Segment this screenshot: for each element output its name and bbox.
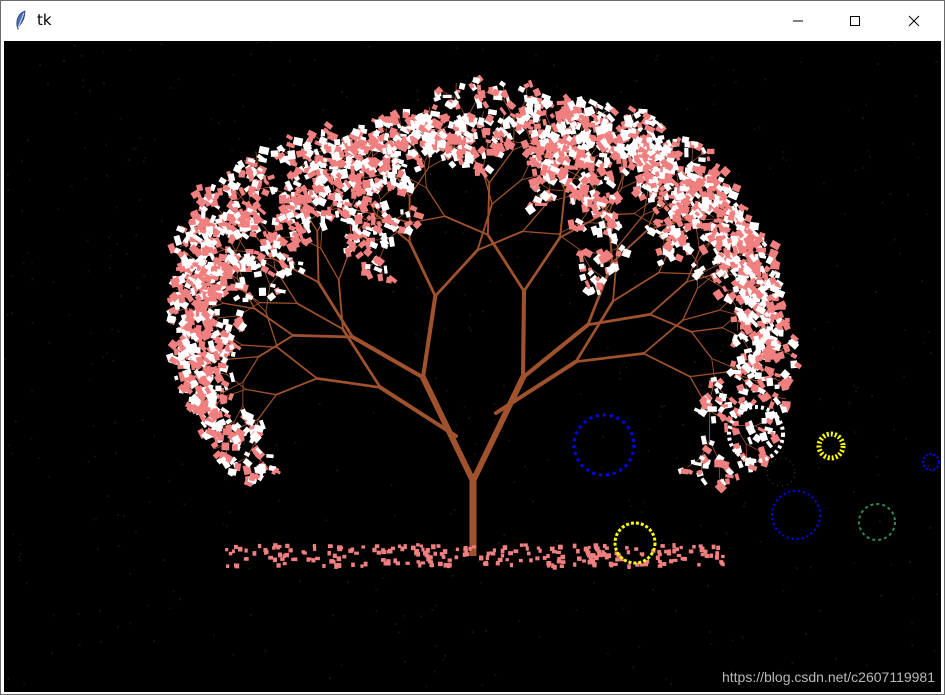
minimize-icon — [793, 20, 803, 21]
blue-edge-bubble — [922, 453, 940, 471]
tree-blossoms — [165, 74, 803, 494]
close-icon — [908, 15, 920, 26]
yellow-bubble — [613, 521, 657, 565]
maximize-icon — [850, 15, 860, 26]
blue-low-bubble — [771, 490, 821, 540]
title-bar[interactable]: tk — [1, 1, 944, 40]
close-button[interactable] — [891, 1, 937, 40]
yellow-small-bubble — [816, 431, 846, 461]
tree-scene — [4, 41, 941, 689]
maximize-button[interactable] — [832, 1, 878, 40]
fallen-petals — [225, 543, 725, 570]
blue-bubble — [572, 413, 636, 477]
feather-icon — [16, 10, 26, 30]
watermark-text: https://blog.csdn.net/c2607119981 — [721, 669, 935, 685]
tree-branches — [173, 78, 797, 484]
window-title: tk — [37, 11, 52, 29]
faint-bubble — [766, 457, 796, 487]
green-bubble — [858, 503, 896, 541]
tk-window: tk https://blog.csdn.net/c2607119981 — [0, 0, 945, 695]
drawing-canvas[interactable]: https://blog.csdn.net/c2607119981 — [4, 41, 941, 692]
minimize-button[interactable] — [775, 1, 821, 40]
